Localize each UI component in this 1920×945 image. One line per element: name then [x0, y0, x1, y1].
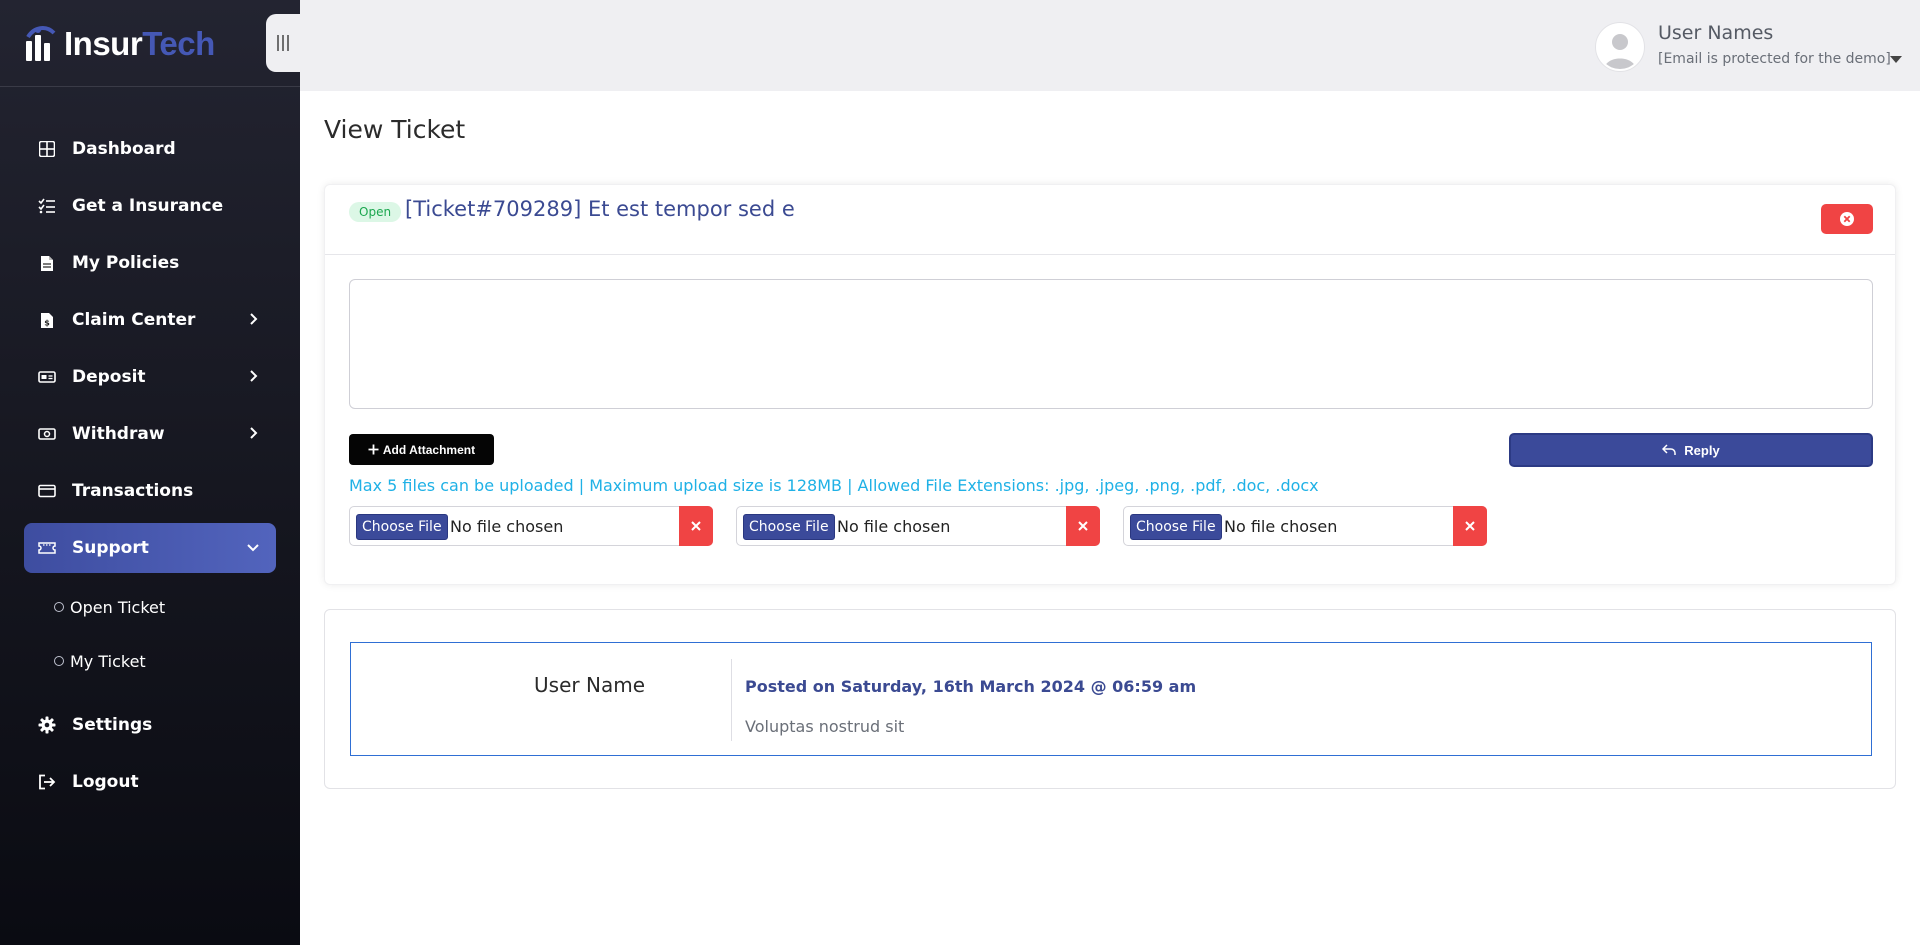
- message-body: Voluptas nostrud sit: [745, 717, 905, 736]
- sidebar-item-my-policies[interactable]: My Policies: [24, 238, 276, 288]
- sidebar-subitem-my-ticket[interactable]: My Ticket: [24, 634, 276, 688]
- sidebar-item-withdraw[interactable]: Withdraw: [24, 409, 276, 459]
- brand-name: InsurTech: [64, 25, 215, 63]
- close-icon: [1465, 521, 1475, 531]
- sidebar-item-label: Deposit: [72, 367, 146, 387]
- svg-text:$: $: [44, 318, 50, 327]
- sidebar-subitem-open-ticket[interactable]: Open Ticket: [24, 580, 276, 634]
- deposit-icon: [38, 368, 56, 386]
- user-avatar-icon: [1598, 25, 1642, 69]
- sidebar-item-claim-center[interactable]: $ Claim Center: [24, 295, 276, 345]
- gear-icon: [38, 716, 56, 734]
- sidebar-toggle-button[interactable]: [266, 14, 300, 72]
- circle-icon: [54, 656, 64, 666]
- user-email[interactable]: [Email is protected for the demo]: [1658, 51, 1891, 67]
- brand-logo[interactable]: InsurTech: [24, 20, 215, 68]
- ticket-card: Open [Ticket#709289] Et est tempor sed e…: [324, 184, 1896, 585]
- brand-name-part1: Insur: [64, 25, 143, 62]
- file-input-group[interactable]: Choose File No file chosen: [1123, 506, 1487, 546]
- file-status-text: No file chosen: [450, 517, 564, 536]
- file-input-group[interactable]: Choose File No file chosen: [349, 506, 713, 546]
- remove-file-button[interactable]: [679, 506, 713, 546]
- close-ticket-button[interactable]: [1821, 204, 1873, 234]
- ticket-card-header: Open [Ticket#709289] Et est tempor sed e: [325, 185, 1895, 255]
- sidebar-nav: Dashboard Get a Insurance My Policies $ …: [24, 124, 276, 814]
- sidebar-item-label: Logout: [72, 772, 139, 792]
- file-input-group[interactable]: Choose File No file chosen: [736, 506, 1100, 546]
- sidebar-item-dashboard[interactable]: Dashboard: [24, 124, 276, 174]
- choose-file-button[interactable]: Choose File: [356, 514, 448, 540]
- logo-mark-icon: [26, 26, 56, 61]
- sidebar-item-label: Dashboard: [72, 139, 176, 159]
- reply-arrow-icon: [1662, 444, 1677, 455]
- checklist-icon: [38, 197, 56, 215]
- chevron-right-icon: [250, 313, 258, 325]
- ticket-title: [Ticket#709289] Et est tempor sed e: [405, 197, 795, 221]
- message-divider: [731, 659, 732, 741]
- menu-bars-icon: [277, 35, 289, 51]
- sidebar-item-label: Support: [72, 538, 149, 558]
- upload-help-text: Max 5 files can be uploaded | Maximum up…: [349, 476, 1319, 495]
- sidebar-subitem-label: My Ticket: [70, 651, 146, 671]
- message-timestamp: Posted on Saturday, 16th March 2024 @ 06…: [745, 677, 1197, 696]
- top-header: User Names [Email is protected for the d…: [300, 0, 1920, 91]
- avatar[interactable]: [1596, 23, 1644, 71]
- add-attachment-button[interactable]: Add Attachment: [349, 434, 494, 465]
- sidebar-divider: [0, 86, 300, 87]
- dashboard-icon: [38, 140, 56, 158]
- remove-file-button[interactable]: [1066, 506, 1100, 546]
- choose-file-button[interactable]: Choose File: [1130, 514, 1222, 540]
- sidebar-item-label: Settings: [72, 715, 153, 735]
- sidebar-item-label: Get a Insurance: [72, 196, 224, 216]
- close-circle-icon: [1840, 212, 1854, 226]
- caret-down-icon[interactable]: [1890, 56, 1902, 63]
- ticket-message: User Name Posted on Saturday, 16th March…: [350, 642, 1872, 756]
- ticket-messages-card: User Name Posted on Saturday, 16th March…: [324, 609, 1896, 789]
- sidebar: InsurTech Dashboard Get a Insurance My P…: [0, 0, 300, 945]
- chevron-right-icon: [250, 427, 258, 439]
- close-icon: [1078, 521, 1088, 531]
- chevron-right-icon: [250, 370, 258, 382]
- sidebar-item-get-insurance[interactable]: Get a Insurance: [24, 181, 276, 231]
- sidebar-item-label: Claim Center: [72, 310, 196, 330]
- add-attachment-label: Add Attachment: [382, 442, 476, 457]
- plus-icon: [368, 444, 379, 455]
- brand-name-part2: Tech: [142, 25, 215, 62]
- sidebar-item-label: Transactions: [72, 481, 194, 501]
- reply-message-textarea[interactable]: [349, 279, 1873, 409]
- sidebar-item-support[interactable]: Support: [24, 523, 276, 573]
- sidebar-item-settings[interactable]: Settings: [24, 700, 276, 750]
- file-status-text: No file chosen: [837, 517, 951, 536]
- status-badge: Open: [349, 202, 402, 222]
- choose-file-button[interactable]: Choose File: [743, 514, 835, 540]
- reply-label: Reply: [1684, 442, 1720, 458]
- chevron-down-icon: [247, 544, 259, 552]
- sidebar-item-label: Withdraw: [72, 424, 165, 444]
- remove-file-button[interactable]: [1453, 506, 1487, 546]
- page-title: View Ticket: [324, 115, 466, 144]
- circle-icon: [54, 602, 64, 612]
- message-author: User Name: [534, 673, 645, 697]
- logout-icon: [38, 773, 56, 791]
- sidebar-subitem-label: Open Ticket: [70, 597, 166, 617]
- claim-file-icon: $: [38, 311, 56, 329]
- ticket-icon: [38, 539, 56, 557]
- cash-icon: [38, 425, 56, 443]
- sidebar-item-transactions[interactable]: Transactions: [24, 466, 276, 516]
- sidebar-item-logout[interactable]: Logout: [24, 757, 276, 807]
- document-icon: [38, 254, 56, 272]
- sidebar-item-label: My Policies: [72, 253, 180, 273]
- sidebar-item-deposit[interactable]: Deposit: [24, 352, 276, 402]
- close-icon: [691, 521, 701, 531]
- user-name[interactable]: User Names: [1658, 22, 1773, 44]
- card-icon: [38, 482, 56, 500]
- reply-button[interactable]: Reply: [1509, 433, 1873, 467]
- file-status-text: No file chosen: [1224, 517, 1338, 536]
